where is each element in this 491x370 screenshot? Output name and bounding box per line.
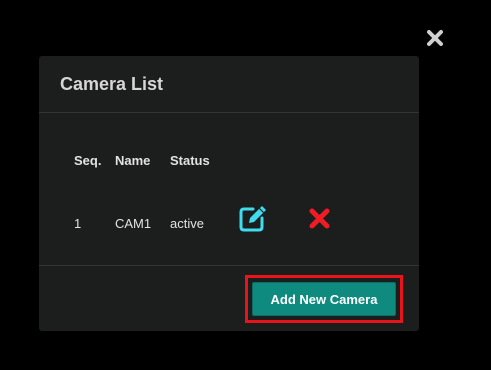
edit-icon[interactable] (238, 204, 268, 233)
row-seq: 1 (74, 216, 82, 231)
camera-table: Seq. Name Status 1 CAM1 active (39, 113, 419, 266)
camera-list-modal: Camera List Seq. Name Status 1 CAM1 acti… (39, 56, 419, 331)
close-icon[interactable] (425, 28, 445, 48)
header-name: Name (115, 153, 151, 168)
modal-footer: Add New Camera (39, 266, 419, 331)
modal-title: Camera List (60, 73, 164, 94)
delete-icon[interactable] (309, 208, 330, 229)
page: Camera List Seq. Name Status 1 CAM1 acti… (0, 0, 491, 370)
modal-header: Camera List (39, 56, 419, 113)
header-status: Status (170, 153, 210, 168)
row-name: CAM1 (115, 216, 152, 231)
header-seq: Seq. (74, 153, 102, 168)
row-status: active (170, 216, 204, 231)
add-new-camera-button[interactable]: Add New Camera (252, 282, 396, 316)
